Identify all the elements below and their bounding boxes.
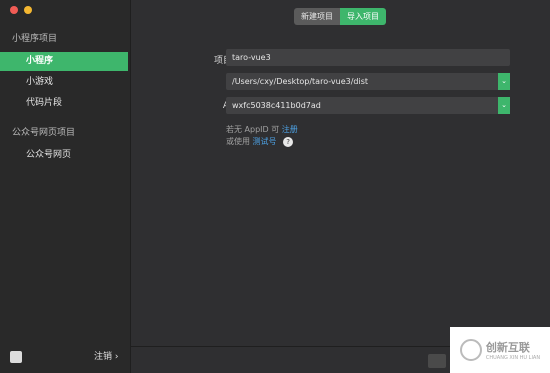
project-name-value: taro-vue3 [232, 53, 271, 62]
sidebar-item-official-webpage[interactable]: 公众号网页 [0, 146, 128, 165]
import-button[interactable] [428, 354, 446, 368]
project-name-input[interactable]: taro-vue3 [226, 49, 510, 66]
watermark-logo: 创新互联 CHUANG XIN HU LIAN [450, 327, 550, 373]
directory-value: /Users/cxy/Desktop/taro-vue3/dist [232, 77, 369, 86]
test-account-hint-text: 或使用 [226, 137, 250, 146]
close-window-button[interactable] [10, 6, 18, 14]
project-tabs: 新建项目 导入项目 [294, 8, 386, 25]
register-hint: 若无 AppID 可 注册 [226, 124, 298, 135]
register-link[interactable]: 注册 [282, 125, 298, 134]
appid-input[interactable]: wxfc5038c411b0d7ad ⌄ [226, 97, 510, 114]
brand-logo-icon [459, 339, 482, 361]
minimize-window-button[interactable] [24, 6, 32, 14]
section-title-miniprogram: 小程序项目 [12, 34, 58, 44]
directory-input[interactable]: /Users/cxy/Desktop/taro-vue3/dist ⌄ [226, 73, 510, 90]
help-icon[interactable]: ? [283, 137, 294, 147]
watermark-subtext: CHUANG XIN HU LIAN [485, 355, 541, 361]
register-hint-text: 若无 AppID 可 [226, 125, 280, 134]
tab-new-project[interactable]: 新建项目 [294, 8, 340, 25]
sidebar-item-minigame[interactable]: 小游戏 [0, 73, 128, 92]
tab-import-project[interactable]: 导入项目 [340, 8, 386, 25]
window-controls [10, 6, 32, 14]
chevron-down-icon[interactable]: ⌄ [498, 97, 510, 114]
test-account-hint: 或使用 测试号 ? [226, 136, 294, 147]
watermark-text: 创新互联 [485, 341, 530, 354]
logout-button[interactable]: 注销 › [94, 349, 118, 362]
sidebar-item-code-snippet[interactable]: 代码片段 [0, 94, 128, 113]
main-panel: 新建项目 导入项目 项目名称 taro-vue3 目录 /Users/cxy/D… [130, 0, 550, 373]
appid-value: wxfc5038c411b0d7ad [232, 101, 321, 110]
sidebar: 小程序项目 小程序 小游戏 代码片段 公众号网页项目 公众号网页 注销 › [0, 0, 131, 373]
avatar[interactable] [10, 351, 22, 363]
section-title-official-account: 公众号网页项目 [12, 128, 76, 138]
sidebar-item-miniprogram[interactable]: 小程序 [0, 52, 128, 71]
chevron-down-icon[interactable]: ⌄ [498, 73, 510, 90]
test-account-link[interactable]: 测试号 [253, 137, 277, 146]
